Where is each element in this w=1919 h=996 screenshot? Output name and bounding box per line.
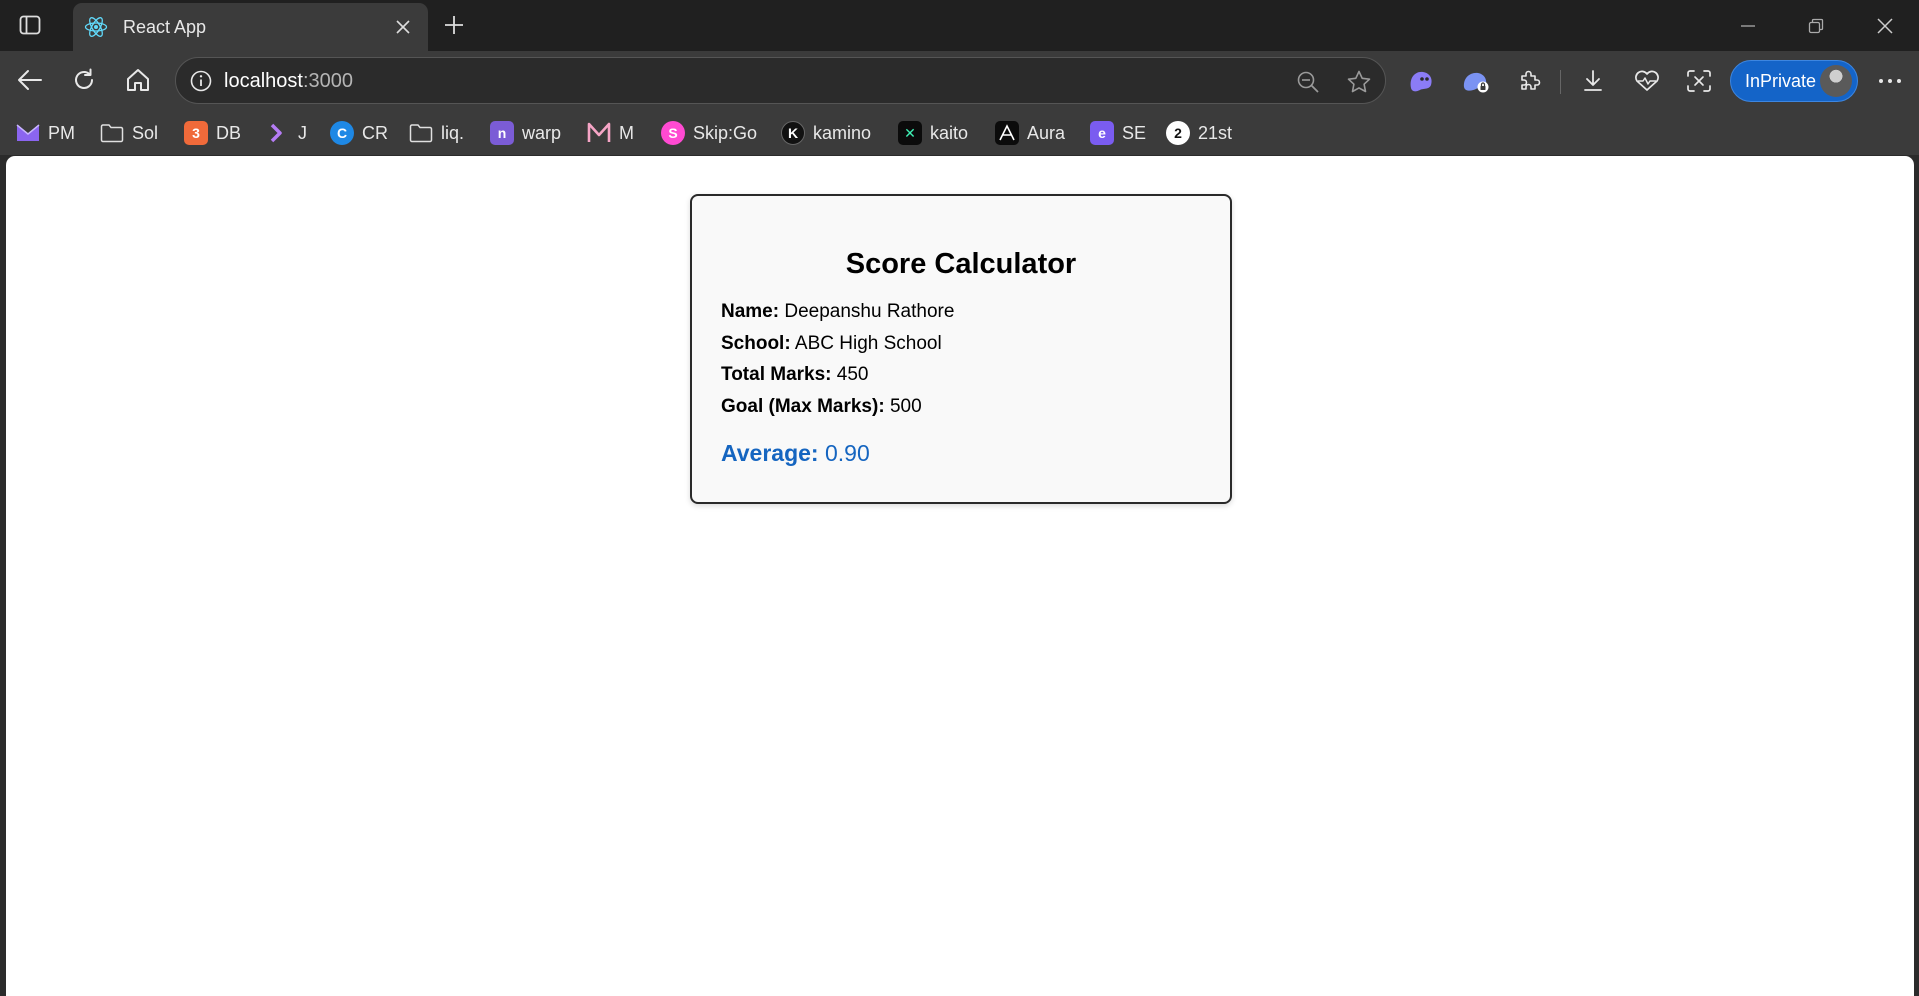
bookmark-label: CR — [362, 122, 388, 143]
reload-icon[interactable] — [65, 61, 103, 99]
average-result: Average: 0.90 — [721, 440, 870, 467]
ghost-extension-icon[interactable] — [1403, 63, 1439, 99]
school-row: School: ABC High School — [721, 333, 942, 355]
21st-icon: 2 — [1166, 121, 1190, 145]
favorite-star-icon[interactable] — [1344, 67, 1374, 97]
bookmark-j[interactable]: J — [266, 118, 307, 148]
close-window-icon[interactable] — [1851, 0, 1919, 51]
kamino-icon: K — [781, 121, 805, 145]
page-viewport: Score Calculator Name: Deepanshu Rathore… — [6, 156, 1914, 996]
url-host: localhost — [224, 70, 303, 92]
navigation-toolbar: localhost:3000 InPrivate — [0, 51, 1919, 110]
minimize-icon[interactable] — [1714, 0, 1782, 51]
bookmark-label: SE — [1122, 122, 1147, 143]
jira-icon — [266, 121, 290, 145]
m-icon — [587, 121, 611, 145]
skip-go-icon: S — [661, 121, 685, 145]
bookmark-label: Aura — [1027, 122, 1066, 143]
score-calculator-card: Score Calculator Name: Deepanshu Rathore… — [690, 194, 1232, 504]
new-tab-icon[interactable] — [436, 8, 472, 42]
cr-icon: C — [330, 121, 354, 145]
bookmark-se[interactable]: e SE — [1090, 118, 1146, 148]
average-value: 0.90 — [824, 440, 870, 466]
bookmark-skip-go[interactable]: S Skip:Go — [661, 118, 757, 148]
react-logo-icon — [83, 14, 109, 40]
goal-row: Goal (Max Marks): 500 — [721, 396, 922, 418]
bookmark-warp[interactable]: n warp — [490, 118, 561, 148]
home-icon[interactable] — [119, 61, 157, 99]
bookmark-cr[interactable]: C CR — [330, 118, 388, 148]
browser-window: React App localhost:3000 InPrivate PM So… — [0, 0, 1919, 996]
bookmark-21st[interactable]: 2 21st — [1166, 118, 1232, 148]
tab-strip: React App — [0, 0, 1919, 51]
bookmark-label: 21st — [1198, 122, 1233, 143]
tab-actions-icon[interactable] — [14, 12, 46, 38]
tab-title: React App — [123, 16, 207, 37]
se-icon: e — [1090, 121, 1114, 145]
field-label: Goal (Max Marks): — [721, 396, 885, 417]
field-label: Total Marks: — [721, 364, 832, 385]
field-value: 500 — [889, 396, 922, 417]
extensions-puzzle-icon[interactable] — [1512, 63, 1548, 99]
bookmark-aura[interactable]: Aura — [995, 118, 1065, 148]
more-options-icon[interactable] — [1872, 63, 1908, 99]
total-marks-row: Total Marks: 450 — [721, 364, 869, 386]
field-value: Deepanshu Rathore — [784, 301, 955, 322]
bookmark-label: PM — [48, 122, 75, 143]
profile-avatar-icon — [1820, 65, 1852, 97]
wallet-extension-icon[interactable] — [1458, 63, 1494, 99]
screenshot-icon[interactable] — [1681, 63, 1717, 99]
folder-icon — [100, 121, 124, 145]
db-icon: 3 — [184, 121, 208, 145]
bookmark-label: warp — [522, 122, 562, 143]
bookmark-m[interactable]: M — [587, 118, 634, 148]
bookmark-label: Sol — [132, 122, 159, 143]
bookmark-db[interactable]: 3 DB — [184, 118, 241, 148]
url-text[interactable]: localhost:3000 — [224, 70, 353, 93]
bookmark-label: kaito — [930, 122, 969, 143]
bookmark-pm[interactable]: PM — [16, 118, 75, 148]
card-title: Score Calculator — [845, 248, 1077, 280]
name-row: Name: Deepanshu Rathore — [721, 301, 954, 323]
back-arrow-icon[interactable] — [11, 61, 49, 99]
aura-icon — [995, 121, 1019, 145]
bookmark-label: kamino — [813, 122, 872, 143]
inprivate-label: InPrivate — [1745, 71, 1817, 91]
address-bar[interactable]: localhost:3000 — [175, 57, 1386, 104]
bookmark-label: liq. — [441, 122, 465, 143]
downloads-icon[interactable] — [1575, 63, 1611, 99]
inprivate-profile-button[interactable]: InPrivate — [1730, 60, 1858, 102]
bookmark-label: J — [298, 122, 307, 143]
browser-essentials-icon[interactable] — [1629, 63, 1665, 99]
bookmark-kaito[interactable]: ✕ kaito — [898, 118, 968, 148]
bookmark-label: M — [619, 122, 634, 143]
field-value: 450 — [836, 364, 869, 385]
tab-close-icon[interactable] — [386, 10, 420, 44]
field-label: School: — [721, 333, 791, 354]
bookmark-liq[interactable]: liq. — [409, 118, 464, 148]
proton-mail-icon — [16, 121, 40, 145]
bookmarks-bar: PM Sol 3 DB J C CR liq. n warp M S Skip:… — [0, 110, 1919, 155]
site-info-icon[interactable] — [187, 67, 215, 95]
kaito-icon: ✕ — [898, 121, 922, 145]
bookmark-label: Skip:Go — [693, 122, 758, 143]
restore-icon[interactable] — [1782, 0, 1850, 51]
field-value: ABC High School — [794, 333, 942, 354]
bookmark-kamino[interactable]: K kamino — [781, 118, 871, 148]
toolbar-separator — [1560, 70, 1561, 94]
average-label: Average: — [721, 440, 819, 466]
field-label: Name: — [721, 301, 780, 322]
bookmark-sol[interactable]: Sol — [100, 118, 158, 148]
bookmark-label: DB — [216, 122, 242, 143]
warp-icon: n — [490, 121, 514, 145]
folder-icon — [409, 121, 433, 145]
tab-react-app[interactable]: React App — [73, 3, 428, 51]
zoom-out-icon[interactable] — [1294, 68, 1322, 96]
url-port: :3000 — [302, 70, 353, 92]
